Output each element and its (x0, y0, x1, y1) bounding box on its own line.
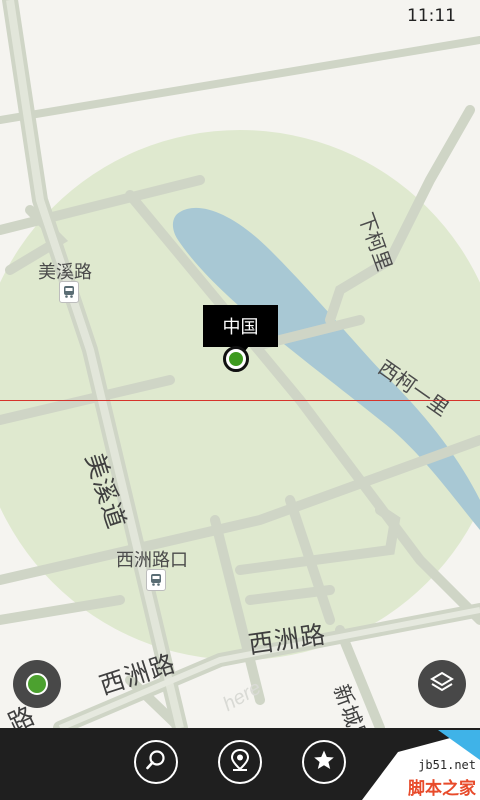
location-callout[interactable]: 中国 (203, 305, 278, 347)
directions-button[interactable] (218, 740, 262, 784)
layers-icon (430, 671, 454, 697)
watermark-url: jb51.net (418, 758, 476, 772)
map-layers-button[interactable] (418, 660, 466, 708)
watermark-name: 脚本之家 (408, 779, 476, 799)
locate-me-button[interactable] (13, 660, 61, 708)
location-dot-icon (26, 673, 48, 695)
star-icon (313, 749, 335, 775)
horizontal-red-line (0, 400, 480, 401)
bus-stop-icon[interactable] (146, 569, 166, 591)
app-bar: jb51.net 脚本之家 (0, 728, 480, 800)
bus-stop-icon[interactable] (59, 281, 79, 303)
favorites-button[interactable] (302, 740, 346, 784)
search-button[interactable] (134, 740, 178, 784)
search-icon (145, 749, 167, 775)
map-canvas[interactable]: here 11:11 美溪路 西洲路口 下柯里 西柯一里 美溪道 西洲路 西洲路… (0, 0, 480, 752)
status-time: 11:11 (407, 6, 456, 26)
current-location-pin[interactable] (223, 346, 249, 372)
location-pin-icon (229, 748, 251, 776)
site-watermark: jb51.net 脚本之家 (348, 730, 480, 800)
